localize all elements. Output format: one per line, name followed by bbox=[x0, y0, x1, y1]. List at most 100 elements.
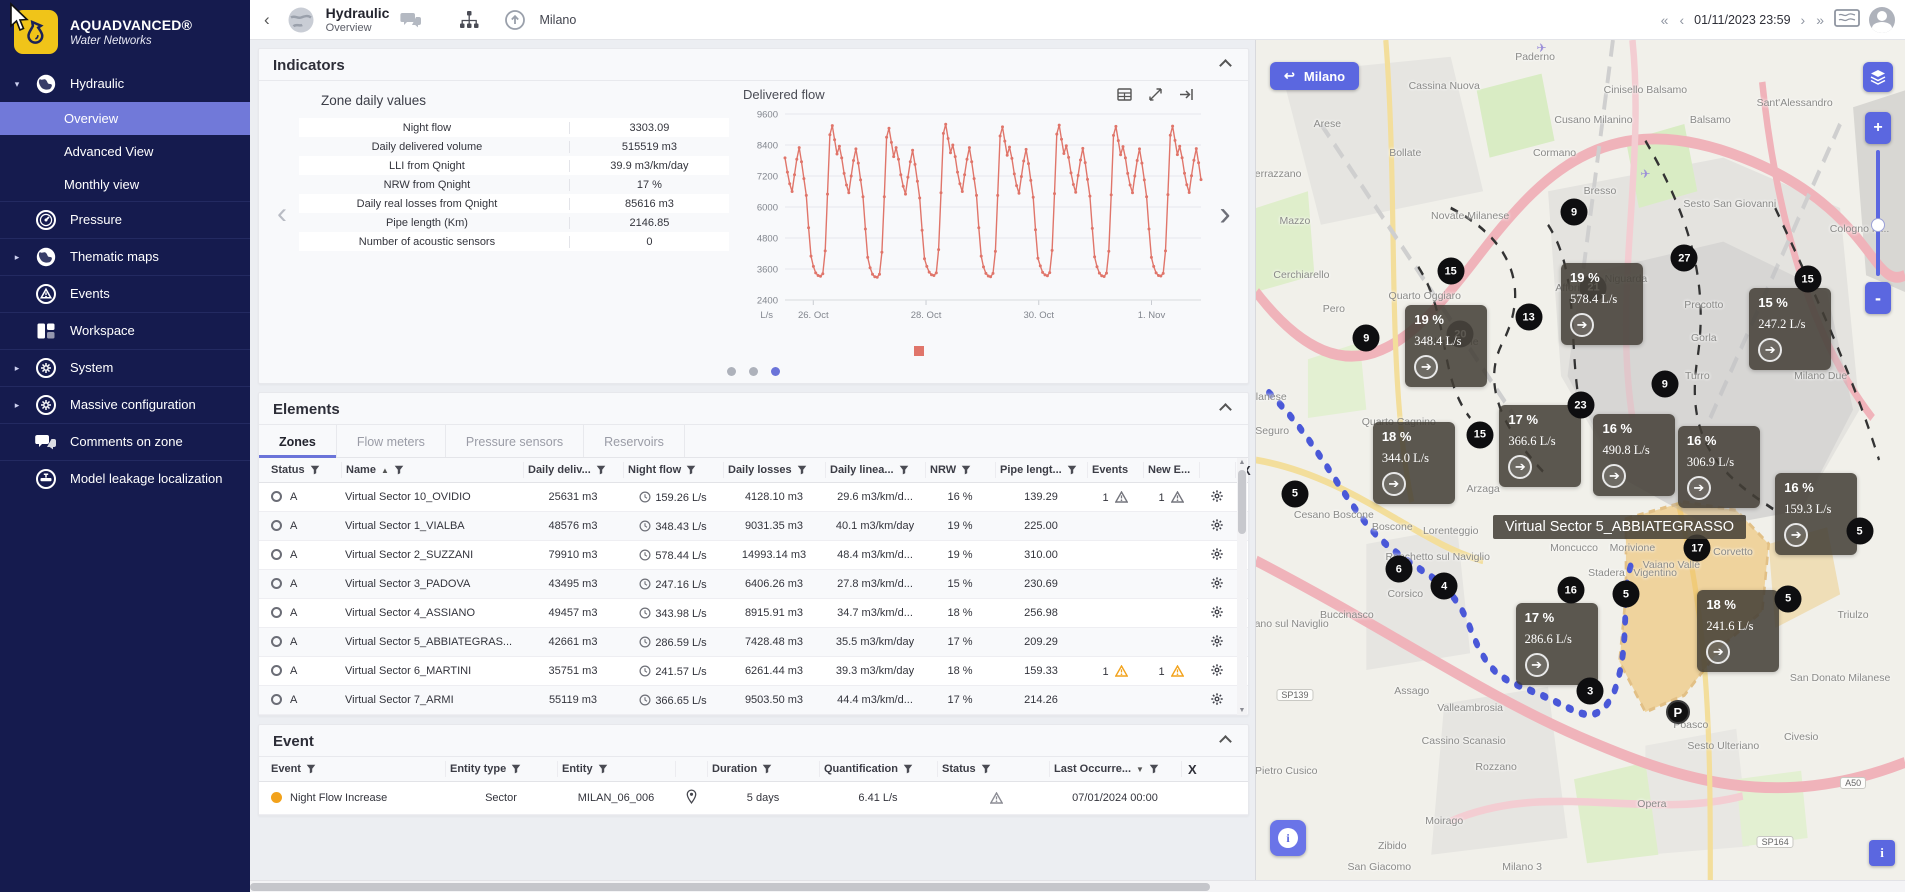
map-zoom-knob[interactable] bbox=[1871, 218, 1885, 232]
status-ring-icon[interactable] bbox=[271, 491, 282, 502]
elements-scrollbar[interactable]: ▲ ▼ bbox=[1237, 458, 1247, 715]
filter-icon[interactable] bbox=[961, 465, 971, 475]
filter-icon[interactable] bbox=[306, 764, 316, 774]
table-row[interactable]: A Virtual Sector 4_ASSIANO 49457 m3 343.98 … bbox=[259, 599, 1248, 628]
date-prev-button[interactable]: ‹ bbox=[1678, 12, 1685, 28]
event-column-header-entity[interactable]: Entity bbox=[557, 761, 675, 777]
zone-open-arrow-icon[interactable]: ➔ bbox=[1706, 640, 1731, 665]
table-row[interactable]: A Virtual Sector 7_ARMI 55119 m3 366.65 L/s… bbox=[259, 686, 1248, 715]
column-header-daily-linea-[interactable]: Daily linea... bbox=[825, 462, 925, 478]
map-zone-tooltip[interactable]: 16 % 306.9 L/s ➔ bbox=[1677, 426, 1760, 509]
back-chevron-icon[interactable]: ‹ bbox=[258, 10, 276, 30]
filter-icon[interactable] bbox=[1149, 764, 1159, 774]
map-cluster-badge[interactable]: 5 bbox=[1774, 585, 1802, 613]
status-ring-icon[interactable] bbox=[271, 665, 282, 676]
carousel-next-icon[interactable]: › bbox=[1208, 85, 1242, 343]
row-settings-gear-icon[interactable] bbox=[1210, 634, 1224, 648]
locate-pin-icon[interactable] bbox=[686, 789, 697, 804]
sidebar-item-comments-on-zone[interactable]: Comments on zone bbox=[0, 423, 250, 460]
table-row[interactable]: A Virtual Sector 6_MARTINI 35751 m3 241.57 … bbox=[259, 657, 1248, 686]
event-column-header-entity-type[interactable]: Entity type bbox=[445, 761, 557, 777]
zone-name-cell[interactable]: Virtual Sector 2_SUZZANI bbox=[341, 549, 523, 561]
event-column-header-duration[interactable]: Duration bbox=[707, 761, 819, 777]
table-row[interactable]: A Virtual Sector 1_VIALBA 48576 m3 348.43 L… bbox=[259, 512, 1248, 541]
elements-collapse-icon[interactable] bbox=[1219, 403, 1232, 416]
carousel-prev-icon[interactable]: ‹ bbox=[265, 85, 299, 343]
zone-open-arrow-icon[interactable]: ➔ bbox=[1414, 354, 1439, 379]
zone-open-arrow-icon[interactable]: ➔ bbox=[1602, 463, 1627, 488]
map-zone-tooltip[interactable]: 18 % 241.6 L/s ➔ bbox=[1697, 590, 1780, 673]
row-settings-gear-icon[interactable] bbox=[1210, 547, 1224, 561]
map-cluster-badge[interactable]: 3 bbox=[1576, 677, 1604, 705]
filter-icon[interactable] bbox=[598, 764, 608, 774]
sidebar-item-events[interactable]: Events bbox=[0, 275, 250, 312]
elements-scroll-thumb[interactable] bbox=[1238, 470, 1246, 534]
caret-down-icon[interactable]: ▾ bbox=[8, 79, 26, 90]
table-row[interactable]: A Virtual Sector 10_OVIDIO 25631 m3 159.26 … bbox=[259, 483, 1248, 512]
event-row[interactable]: Night Flow Increase Sector MILAN_06_006 5 d… bbox=[259, 782, 1248, 815]
row-settings-gear-icon[interactable] bbox=[1210, 518, 1224, 532]
zone-open-arrow-icon[interactable]: ➔ bbox=[1381, 472, 1406, 497]
map-cluster-badge[interactable]: 9 bbox=[1352, 324, 1380, 352]
map-cluster-badge[interactable]: 13 bbox=[1515, 303, 1543, 331]
column-header-name[interactable]: Name ▲ bbox=[341, 462, 523, 478]
comments-icon[interactable] bbox=[399, 8, 423, 32]
chart-expand-icon[interactable] bbox=[1148, 87, 1163, 102]
chart-goto-icon[interactable] bbox=[1179, 87, 1194, 102]
event-collapse-icon[interactable] bbox=[1219, 735, 1232, 748]
sidebar-subitem-monthly-view[interactable]: Monthly view bbox=[0, 168, 250, 201]
sitemap-icon[interactable] bbox=[457, 8, 481, 32]
map-sector-label[interactable]: Virtual Sector 5_ABBIATEGRASSO bbox=[1492, 514, 1747, 539]
map-cluster-badge[interactable]: 16 bbox=[1557, 576, 1585, 604]
sidebar-item-thematic-maps[interactable]: ▸ Thematic maps bbox=[0, 238, 250, 275]
map-layers-button[interactable] bbox=[1863, 62, 1893, 92]
table-row[interactable]: A Virtual Sector 2_SUZZANI 79910 m3 578.44 … bbox=[259, 541, 1248, 570]
map-zone-tooltip[interactable]: 18 % 344.0 L/s ➔ bbox=[1372, 422, 1455, 505]
column-header-night-flow[interactable]: Night flow bbox=[623, 462, 723, 478]
row-settings-gear-icon[interactable] bbox=[1210, 489, 1224, 503]
column-header-daily-losses[interactable]: Daily losses bbox=[723, 462, 825, 478]
zone-name-cell[interactable]: Virtual Sector 4_ASSIANO bbox=[341, 607, 523, 619]
caret-right-icon[interactable]: ▸ bbox=[8, 252, 26, 263]
sidebar-subitem-overview[interactable]: Overview bbox=[0, 102, 250, 135]
sidebar-item-hydraulic[interactable]: ▾ Hydraulic bbox=[0, 66, 250, 102]
horizontal-scrollbar[interactable] bbox=[250, 880, 1905, 892]
delivered-flow-chart[interactable]: 2400 3600 4800 6000 7200 8400 9600 26. Oct 28. O… bbox=[743, 102, 1208, 340]
map-cluster-badge[interactable]: 5 bbox=[1846, 517, 1874, 545]
indicators-collapse-icon[interactable] bbox=[1219, 59, 1232, 72]
zone-name-cell[interactable]: Virtual Sector 3_PADOVA bbox=[341, 578, 523, 590]
column-header-events[interactable]: Events bbox=[1087, 462, 1143, 478]
map-cluster-badge[interactable]: 15 bbox=[1794, 265, 1822, 293]
map-cluster-badge[interactable]: 9 bbox=[1560, 198, 1588, 226]
column-header-new-e-[interactable]: New E... bbox=[1143, 462, 1199, 478]
carousel-dot-1[interactable] bbox=[727, 366, 736, 376]
status-ring-icon[interactable] bbox=[271, 636, 282, 647]
date-last-button[interactable]: » bbox=[1815, 12, 1825, 28]
zone-name-cell[interactable]: Virtual Sector 6_MARTINI bbox=[341, 665, 523, 677]
tab-zones[interactable]: Zones bbox=[259, 425, 337, 458]
status-ring-icon[interactable] bbox=[271, 549, 282, 560]
row-settings-gear-icon[interactable] bbox=[1210, 692, 1224, 706]
filter-icon[interactable] bbox=[762, 764, 772, 774]
zone-name-cell[interactable]: Virtual Sector 7_ARMI bbox=[341, 694, 523, 706]
map-cluster-badge[interactable]: 27 bbox=[1670, 244, 1698, 272]
event-column-header-blank[interactable] bbox=[675, 761, 707, 777]
zone-name-cell[interactable]: Virtual Sector 10_OVIDIO bbox=[341, 491, 523, 503]
user-avatar[interactable] bbox=[1869, 6, 1895, 33]
caret-right-icon[interactable]: ▸ bbox=[8, 363, 26, 374]
event-column-header-quantification[interactable]: Quantification bbox=[819, 761, 937, 777]
map-cluster-badge[interactable]: 15 bbox=[1437, 257, 1465, 285]
caret-right-icon[interactable]: ▸ bbox=[8, 400, 26, 411]
tab-flow-meters[interactable]: Flow meters bbox=[337, 425, 446, 457]
map-cluster-badge[interactable]: 9 bbox=[1651, 370, 1679, 398]
map-zoom-out-button[interactable]: - bbox=[1865, 282, 1891, 314]
map-zone-tooltip[interactable]: 16 % 490.8 L/s ➔ bbox=[1593, 413, 1676, 496]
table-row[interactable]: A Virtual Sector 3_PADOVA 43495 m3 247.16 L… bbox=[259, 570, 1248, 599]
map-cluster-badge[interactable]: 15 bbox=[1466, 421, 1494, 449]
tab-pressure-sensors[interactable]: Pressure sensors bbox=[446, 425, 585, 457]
date-next-button[interactable]: › bbox=[1800, 12, 1807, 28]
row-settings-gear-icon[interactable] bbox=[1210, 663, 1224, 677]
map-zone-tooltip[interactable]: 15 % 247.2 L/s ➔ bbox=[1749, 287, 1832, 370]
map-cluster-badge[interactable]: 5 bbox=[1281, 480, 1309, 508]
filter-icon[interactable] bbox=[797, 465, 807, 475]
